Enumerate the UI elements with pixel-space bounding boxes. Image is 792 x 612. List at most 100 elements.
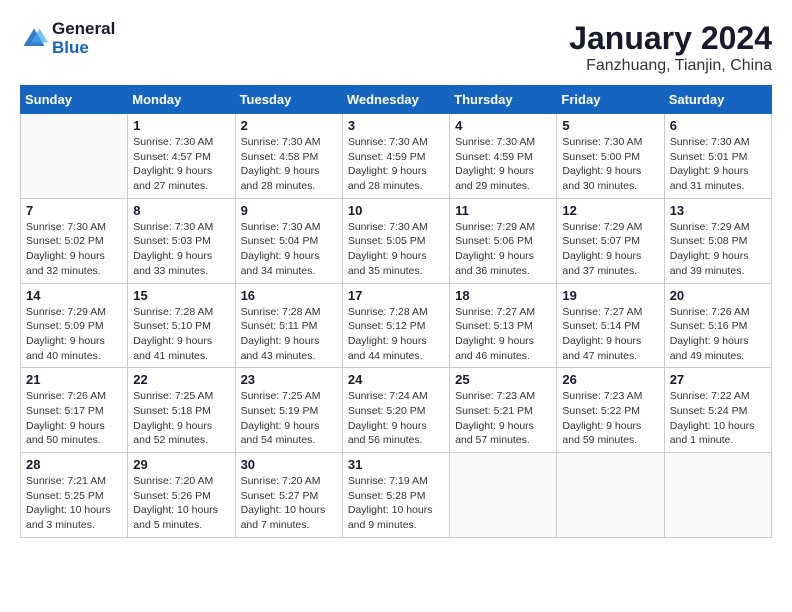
day-info: Sunrise: 7:30 AMSunset: 5:03 PMDaylight:… [133,220,229,279]
calendar-day-cell: 20Sunrise: 7:26 AMSunset: 5:16 PMDayligh… [664,283,771,368]
calendar-day-cell: 24 Sunrise: 7:24 AMSunset: 5:20 PMDayligh… [342,368,449,453]
day-number: 2 [241,118,337,133]
day-number: 9 [241,203,337,218]
day-info: Sunrise: 7:19 AMSunset: 5:28 PMDaylight:… [348,474,444,533]
calendar-day-cell: 4 Sunrise: 7:30 AMSunset: 4:59 PMDaylight… [450,114,557,199]
day-number: 17 [348,288,444,303]
weekday-header: Monday [128,86,235,114]
day-info: Sunrise: 7:22 AMSunset: 5:24 PMDaylight:… [670,389,766,448]
day-number: 22 [133,372,229,387]
day-number: 13 [670,203,766,218]
calendar-day-cell: 25 Sunrise: 7:23 AMSunset: 5:21 PMDayligh… [450,368,557,453]
calendar-day-cell [450,453,557,538]
day-number: 3 [348,118,444,133]
weekday-header: Tuesday [235,86,342,114]
day-info: Sunrise: 7:30 AMSunset: 4:57 PMDaylight:… [133,135,229,194]
day-number: 5 [562,118,658,133]
calendar-day-cell: 7 Sunrise: 7:30 AMSunset: 5:02 PMDaylight… [21,198,128,283]
day-number: 26 [562,372,658,387]
day-info: Sunrise: 7:28 AMSunset: 5:12 PMDaylight:… [348,305,444,364]
calendar-day-cell: 29Sunrise: 7:20 AMSunset: 5:26 PMDayligh… [128,453,235,538]
day-number: 27 [670,372,766,387]
title-block: January 2024 Fanzhuang, Tianjin, China [569,20,772,75]
weekday-header: Saturday [664,86,771,114]
calendar-table: SundayMondayTuesdayWednesdayThursdayFrid… [20,85,772,538]
page-title: January 2024 [569,20,772,57]
calendar-day-cell [664,453,771,538]
logo-icon [20,25,48,53]
day-info: Sunrise: 7:25 AMSunset: 5:18 PMDaylight:… [133,389,229,448]
day-number: 12 [562,203,658,218]
day-info: Sunrise: 7:27 AMSunset: 5:13 PMDaylight:… [455,305,551,364]
calendar-day-cell: 16 Sunrise: 7:28 AMSunset: 5:11 PMDayligh… [235,283,342,368]
day-number: 16 [241,288,337,303]
day-info: Sunrise: 7:29 AMSunset: 5:09 PMDaylight:… [26,305,122,364]
day-number: 10 [348,203,444,218]
day-number: 21 [26,372,122,387]
day-info: Sunrise: 7:30 AMSunset: 5:01 PMDaylight:… [670,135,766,194]
day-info: Sunrise: 7:23 AMSunset: 5:21 PMDaylight:… [455,389,551,448]
day-info: Sunrise: 7:24 AMSunset: 5:20 PMDaylight:… [348,389,444,448]
calendar-week-row: 7 Sunrise: 7:30 AMSunset: 5:02 PMDaylight… [21,198,772,283]
calendar-week-row: 28 Sunrise: 7:21 AMSunset: 5:25 PMDayligh… [21,453,772,538]
day-number: 18 [455,288,551,303]
day-info: Sunrise: 7:29 AMSunset: 5:07 PMDaylight:… [562,220,658,279]
day-number: 4 [455,118,551,133]
day-number: 11 [455,203,551,218]
day-info: Sunrise: 7:26 AMSunset: 5:17 PMDaylight:… [26,389,122,448]
day-info: Sunrise: 7:29 AMSunset: 5:06 PMDaylight:… [455,220,551,279]
calendar-day-cell: 19Sunrise: 7:27 AMSunset: 5:14 PMDayligh… [557,283,664,368]
calendar-day-cell [21,114,128,199]
day-info: Sunrise: 7:30 AMSunset: 4:58 PMDaylight:… [241,135,337,194]
weekday-header: Wednesday [342,86,449,114]
weekday-header: Friday [557,86,664,114]
day-number: 15 [133,288,229,303]
day-info: Sunrise: 7:26 AMSunset: 5:16 PMDaylight:… [670,305,766,364]
day-info: Sunrise: 7:30 AMSunset: 5:04 PMDaylight:… [241,220,337,279]
day-info: Sunrise: 7:25 AMSunset: 5:19 PMDaylight:… [241,389,337,448]
day-number: 23 [241,372,337,387]
day-info: Sunrise: 7:30 AMSunset: 5:05 PMDaylight:… [348,220,444,279]
day-info: Sunrise: 7:30 AMSunset: 5:00 PMDaylight:… [562,135,658,194]
calendar-day-cell: 28 Sunrise: 7:21 AMSunset: 5:25 PMDayligh… [21,453,128,538]
calendar-week-row: 14 Sunrise: 7:29 AMSunset: 5:09 PMDayligh… [21,283,772,368]
day-info: Sunrise: 7:30 AMSunset: 4:59 PMDaylight:… [455,135,551,194]
day-number: 25 [455,372,551,387]
calendar-day-cell: 8 Sunrise: 7:30 AMSunset: 5:03 PMDaylight… [128,198,235,283]
calendar-day-cell [557,453,664,538]
calendar-day-cell: 13Sunrise: 7:29 AMSunset: 5:08 PMDayligh… [664,198,771,283]
calendar-day-cell: 2 Sunrise: 7:30 AMSunset: 4:58 PMDaylight… [235,114,342,199]
weekday-header: Thursday [450,86,557,114]
calendar-day-cell: 1 Sunrise: 7:30 AMSunset: 4:57 PMDaylight… [128,114,235,199]
day-number: 14 [26,288,122,303]
calendar-day-cell: 27 Sunrise: 7:22 AMSunset: 5:24 PMDayligh… [664,368,771,453]
calendar-day-cell: 9 Sunrise: 7:30 AMSunset: 5:04 PMDaylight… [235,198,342,283]
day-info: Sunrise: 7:20 AMSunset: 5:27 PMDaylight:… [241,474,337,533]
day-number: 31 [348,457,444,472]
day-number: 6 [670,118,766,133]
calendar-day-cell: 12 Sunrise: 7:29 AMSunset: 5:07 PMDayligh… [557,198,664,283]
day-number: 7 [26,203,122,218]
calendar-day-cell: 10 Sunrise: 7:30 AMSunset: 5:05 PMDayligh… [342,198,449,283]
calendar-day-cell: 23 Sunrise: 7:25 AMSunset: 5:19 PMDayligh… [235,368,342,453]
day-number: 28 [26,457,122,472]
day-info: Sunrise: 7:28 AMSunset: 5:10 PMDaylight:… [133,305,229,364]
day-info: Sunrise: 7:28 AMSunset: 5:11 PMDaylight:… [241,305,337,364]
day-info: Sunrise: 7:21 AMSunset: 5:25 PMDaylight:… [26,474,122,533]
day-number: 19 [562,288,658,303]
logo-text: General Blue [52,20,115,57]
day-number: 8 [133,203,229,218]
calendar-day-cell: 14 Sunrise: 7:29 AMSunset: 5:09 PMDayligh… [21,283,128,368]
day-number: 1 [133,118,229,133]
weekday-header: Sunday [21,86,128,114]
calendar-day-cell: 5 Sunrise: 7:30 AMSunset: 5:00 PMDaylight… [557,114,664,199]
day-number: 30 [241,457,337,472]
logo: General Blue [20,20,115,57]
calendar-day-cell: 22 Sunrise: 7:25 AMSunset: 5:18 PMDayligh… [128,368,235,453]
calendar-day-cell: 18 Sunrise: 7:27 AMSunset: 5:13 PMDayligh… [450,283,557,368]
day-info: Sunrise: 7:30 AMSunset: 5:02 PMDaylight:… [26,220,122,279]
calendar-day-cell: 30 Sunrise: 7:20 AMSunset: 5:27 PMDayligh… [235,453,342,538]
day-number: 24 [348,372,444,387]
calendar-day-cell: 15 Sunrise: 7:28 AMSunset: 5:10 PMDayligh… [128,283,235,368]
day-info: Sunrise: 7:30 AMSunset: 4:59 PMDaylight:… [348,135,444,194]
